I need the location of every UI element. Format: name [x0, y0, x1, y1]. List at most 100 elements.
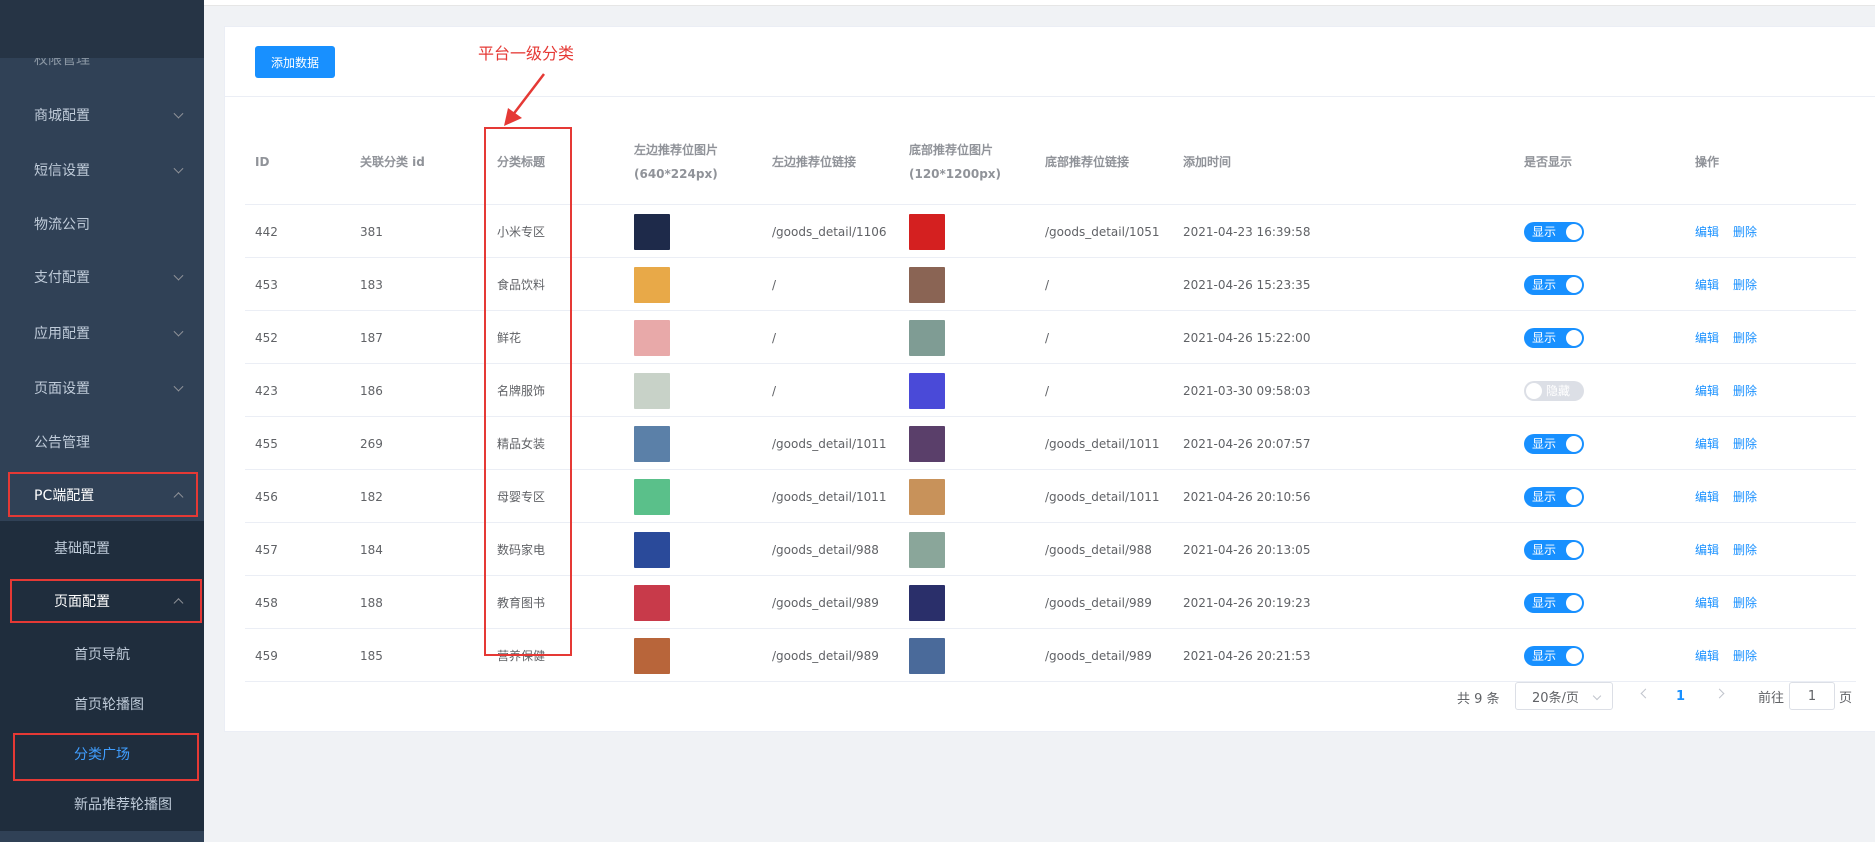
left-thumbnail-image[interactable] — [634, 531, 670, 568]
cell-ops: 编辑 删除 — [1695, 258, 1771, 311]
column-header-cat-id: 关联分类 id — [360, 155, 425, 169]
visibility-toggle[interactable]: 显示 — [1524, 645, 1584, 666]
cell-ops: 编辑 删除 — [1695, 470, 1771, 523]
bottom-thumbnail-image[interactable] — [909, 213, 945, 250]
edit-link[interactable]: 编辑 — [1695, 382, 1719, 399]
highlight-box-page-config — [10, 579, 202, 623]
left-thumbnail-image[interactable] — [634, 637, 670, 674]
page-size-select[interactable]: 20条/页 — [1515, 682, 1613, 710]
annotation-arrow-icon — [504, 73, 545, 126]
chevron-down-icon — [173, 326, 184, 337]
edit-link[interactable]: 编辑 — [1695, 541, 1719, 558]
visibility-toggle[interactable]: 显示 — [1524, 486, 1584, 507]
left-thumbnail-image[interactable] — [634, 372, 670, 409]
left-thumbnail-image[interactable] — [634, 425, 670, 462]
sidebar-item-home-carousel[interactable]: 首页轮播图 — [0, 677, 204, 731]
edit-link[interactable]: 编辑 — [1695, 435, 1719, 452]
left-thumbnail-image[interactable] — [634, 584, 670, 621]
cell-left-link: /goods_detail/1011 — [772, 489, 887, 504]
bottom-thumbnail-image[interactable] — [909, 266, 945, 303]
cell-bottom-link: /goods_detail/1011 — [1045, 489, 1160, 504]
cell-bottom-link: / — [1045, 277, 1050, 292]
sidebar-item-mall-config[interactable]: 商城配置 — [0, 88, 204, 142]
add-data-button[interactable]: 添加数据 — [255, 46, 335, 78]
left-thumbnail-image[interactable] — [634, 478, 670, 515]
toggle-knob — [1566, 541, 1582, 558]
bottom-thumbnail-image[interactable] — [909, 637, 945, 674]
delete-link[interactable]: 删除 — [1733, 488, 1757, 505]
cell-bottom-link: /goods_detail/1051 — [1045, 224, 1160, 239]
sidebar-item-payment[interactable]: 支付配置 — [0, 250, 204, 304]
column-header-ops: 操作 — [1695, 155, 1720, 169]
cell-bottom-img — [909, 311, 945, 364]
sidebar-item-new-carousel[interactable]: 新品推荐轮播图 — [0, 777, 204, 831]
delete-link[interactable]: 删除 — [1733, 594, 1757, 611]
column-header-id: ID — [255, 155, 270, 169]
delete-link[interactable]: 删除 — [1733, 276, 1757, 293]
sidebar-item-home-nav[interactable]: 首页导航 — [0, 627, 204, 681]
cell-time: 2021-04-26 20:07:57 — [1183, 436, 1311, 451]
cell-ops: 编辑 删除 — [1695, 417, 1771, 470]
bottom-thumbnail-image[interactable] — [909, 319, 945, 356]
sidebar-item-page-settings[interactable]: 页面设置 — [0, 361, 204, 415]
bottom-thumbnail-image[interactable] — [909, 531, 945, 568]
cell-bottom-img — [909, 205, 945, 258]
sidebar-item-basic-config[interactable]: 基础配置 — [0, 521, 204, 575]
edit-link[interactable]: 编辑 — [1695, 329, 1719, 346]
sidebar-item-logistics[interactable]: 物流公司 — [0, 197, 204, 251]
toggle-label: 显示 — [1532, 596, 1557, 610]
sidebar-item-label: 基础配置 — [54, 541, 110, 557]
toggle-label: 显示 — [1532, 437, 1557, 451]
edit-link[interactable]: 编辑 — [1695, 488, 1719, 505]
sidebar-item-notices[interactable]: 公告管理 — [0, 415, 204, 469]
cell-cat-id: 381 — [360, 224, 383, 239]
toggle-knob — [1526, 382, 1542, 399]
cell-cat-id: 187 — [360, 330, 383, 345]
left-thumbnail-image[interactable] — [634, 319, 670, 356]
cell-left-link: /goods_detail/989 — [772, 595, 879, 610]
cell-left-link: /goods_detail/989 — [772, 648, 879, 663]
visibility-toggle[interactable]: 隐藏 — [1524, 380, 1584, 401]
sidebar-item-sms[interactable]: 短信设置 — [0, 143, 204, 197]
sidebar-item-label: 短信设置 — [34, 163, 90, 179]
visibility-toggle[interactable]: 显示 — [1524, 592, 1584, 613]
goto-page-input[interactable] — [1789, 682, 1835, 710]
cell-left-img — [634, 258, 670, 311]
delete-link[interactable]: 删除 — [1733, 223, 1757, 240]
cell-cat-id: 182 — [360, 489, 383, 504]
column-header-left-img: 左边推荐位图片(640*224px) — [634, 143, 719, 181]
bottom-thumbnail-image[interactable] — [909, 425, 945, 462]
visibility-toggle[interactable]: 显示 — [1524, 539, 1584, 560]
edit-link[interactable]: 编辑 — [1695, 594, 1719, 611]
page-number-current[interactable]: 1 — [1676, 682, 1685, 710]
sidebar-item-apps[interactable]: 应用配置 — [0, 306, 204, 360]
cell-id: 456 — [255, 489, 278, 504]
left-thumbnail-image[interactable] — [634, 266, 670, 303]
cell-left-img — [634, 523, 670, 576]
delete-link[interactable]: 删除 — [1733, 435, 1757, 452]
delete-link[interactable]: 删除 — [1733, 329, 1757, 346]
delete-link[interactable]: 删除 — [1733, 541, 1757, 558]
delete-link[interactable]: 删除 — [1733, 647, 1757, 664]
bottom-thumbnail-image[interactable] — [909, 478, 945, 515]
cell-bottom-img — [909, 629, 945, 682]
column-header-bottom-img: 底部推荐位图片(120*1200px) — [909, 143, 1002, 181]
cell-show: 显示 — [1524, 470, 1584, 523]
left-thumbnail-image[interactable] — [634, 213, 670, 250]
edit-link[interactable]: 编辑 — [1695, 276, 1719, 293]
delete-link[interactable]: 删除 — [1733, 382, 1757, 399]
cell-left-link: / — [772, 330, 777, 345]
edit-link[interactable]: 编辑 — [1695, 223, 1719, 240]
visibility-toggle[interactable]: 显示 — [1524, 327, 1584, 348]
toggle-knob — [1566, 276, 1582, 293]
bottom-thumbnail-image[interactable] — [909, 584, 945, 621]
chevron-down-icon — [173, 381, 184, 392]
cell-ops: 编辑 删除 — [1695, 205, 1771, 258]
edit-link[interactable]: 编辑 — [1695, 647, 1719, 664]
visibility-toggle[interactable]: 显示 — [1524, 221, 1584, 242]
bottom-thumbnail-image[interactable] — [909, 372, 945, 409]
cell-ops: 编辑 删除 — [1695, 576, 1771, 629]
cell-bottom-img — [909, 258, 945, 311]
visibility-toggle[interactable]: 显示 — [1524, 433, 1584, 454]
visibility-toggle[interactable]: 显示 — [1524, 274, 1584, 295]
